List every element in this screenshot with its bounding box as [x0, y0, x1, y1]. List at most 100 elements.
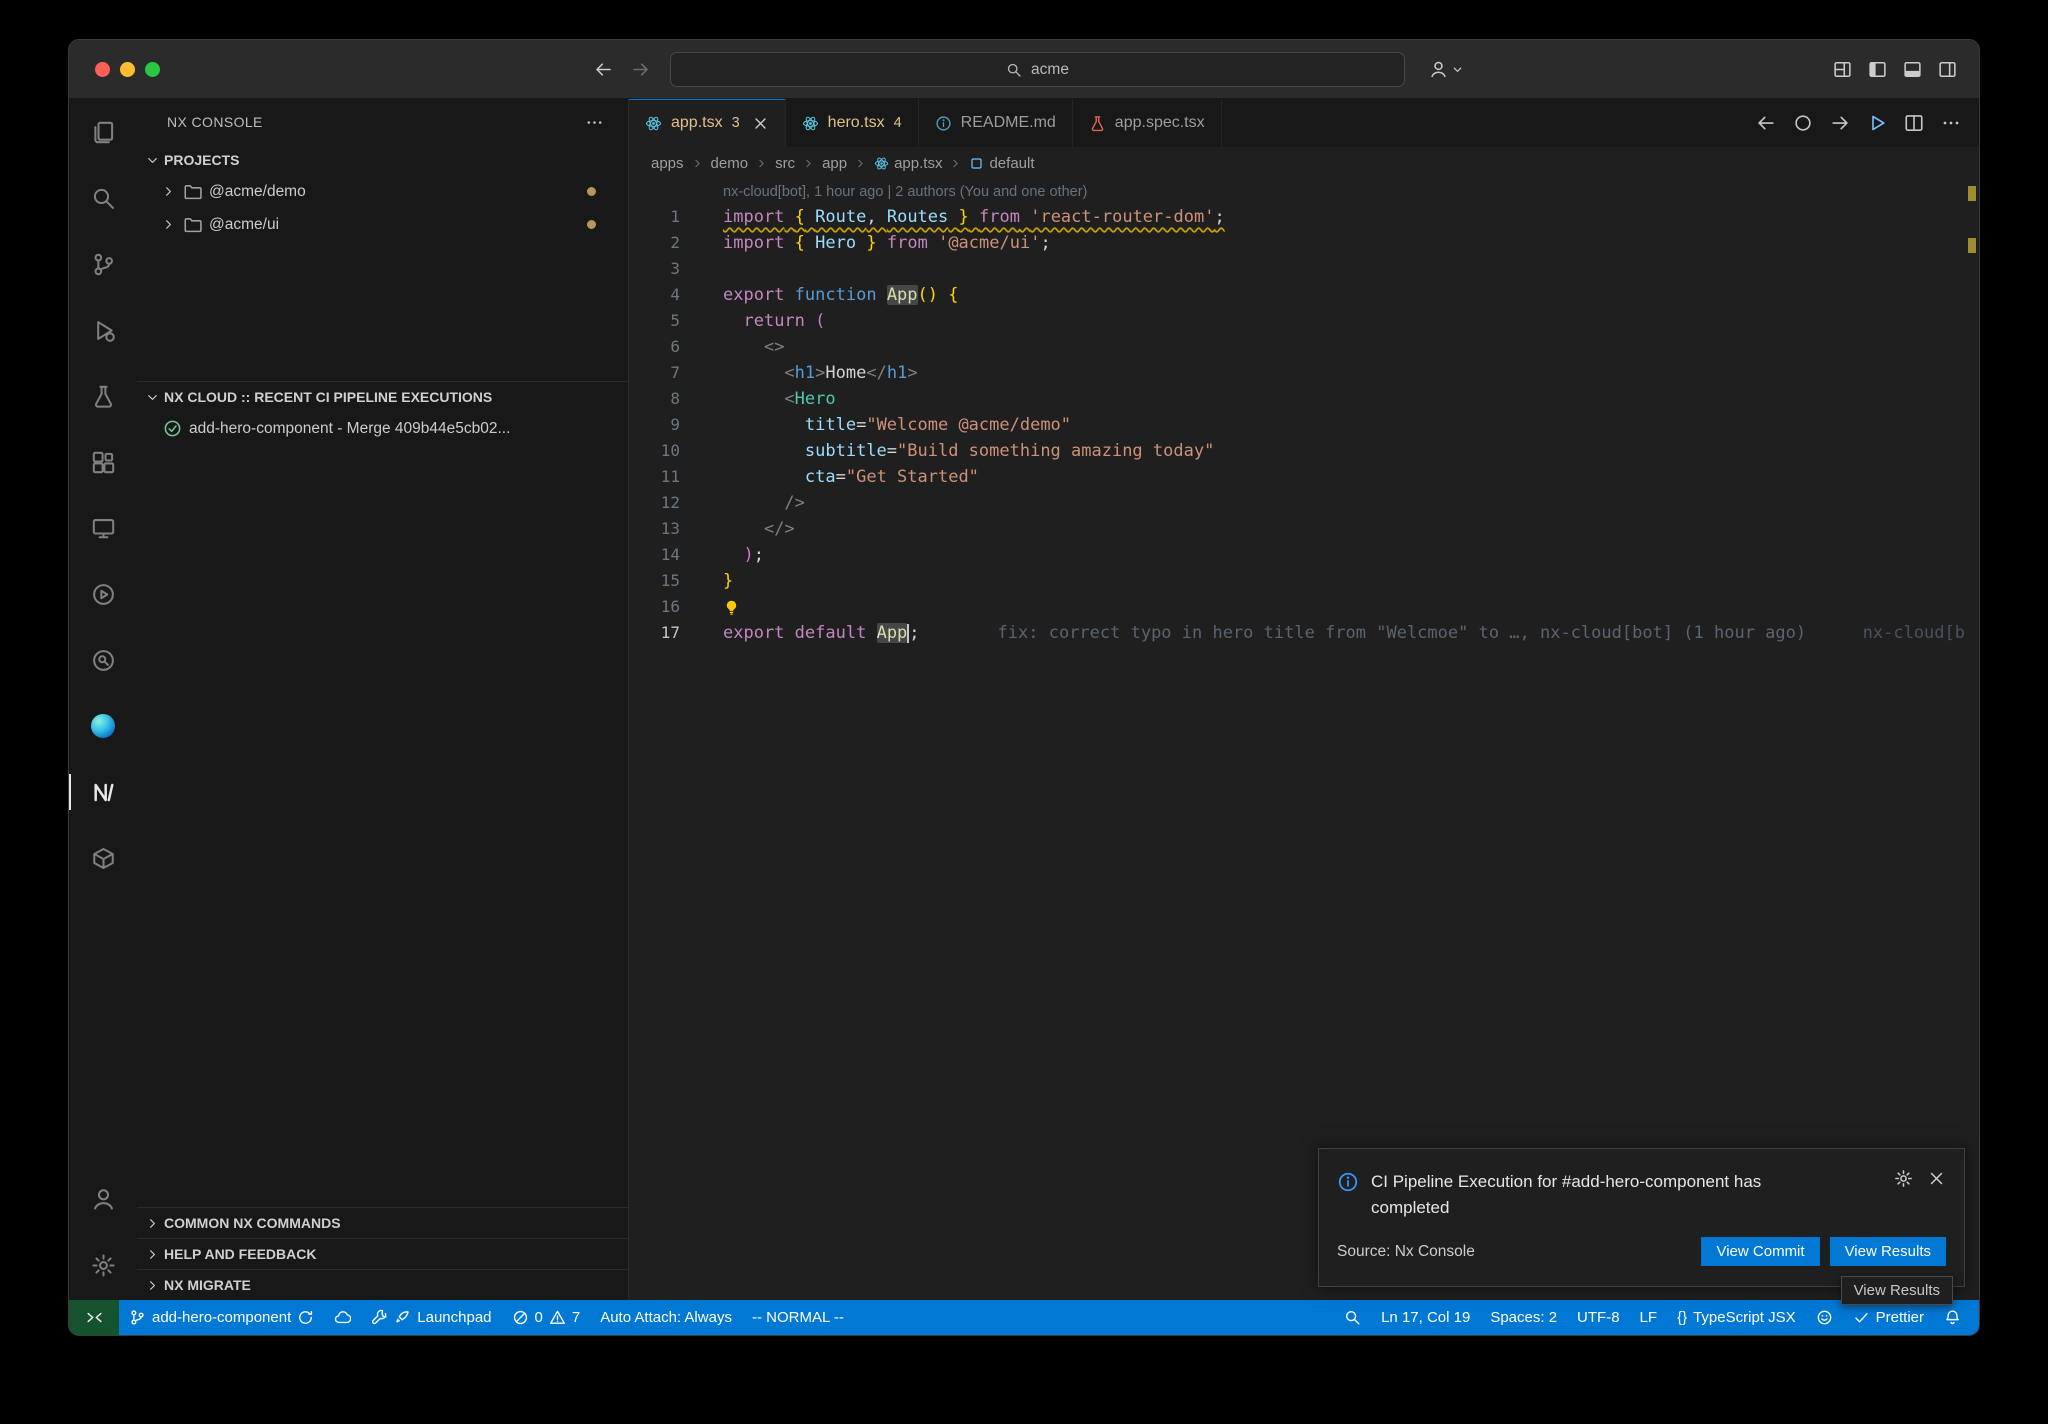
- toggle-secondary-sidebar-button[interactable]: [1938, 60, 1957, 79]
- toggle-panel-button[interactable]: [1903, 60, 1922, 79]
- status-text: TypeScript JSX: [1693, 1309, 1796, 1326]
- status-text: add-hero-component: [152, 1309, 291, 1326]
- code-lines: 1import { Route, Routes } from 'react-ro…: [629, 204, 1979, 646]
- tab-README.md[interactable]: README.md: [919, 99, 1073, 147]
- status-indentation[interactable]: Spaces: 2: [1480, 1300, 1567, 1335]
- view-commit-button[interactable]: View Commit: [1701, 1237, 1819, 1266]
- modified-dot: [587, 220, 596, 229]
- back-button[interactable]: [594, 60, 613, 79]
- tab-app.spec.tsx[interactable]: app.spec.tsx: [1073, 99, 1222, 147]
- chevron-right-icon: [145, 1247, 160, 1262]
- status-launchpad[interactable]: Launchpad: [361, 1300, 501, 1335]
- breadcrumb-apps[interactable]: apps: [651, 155, 684, 172]
- account-menu[interactable]: [1429, 60, 1465, 79]
- status-feedback[interactable]: [1806, 1300, 1843, 1335]
- search-circle-icon: [91, 648, 116, 673]
- line-number: 14: [629, 542, 680, 568]
- breadcrumb-app.tsx[interactable]: app.tsx: [874, 155, 942, 172]
- nav-back-button[interactable]: [1756, 113, 1776, 133]
- command-center-search[interactable]: acme: [670, 52, 1405, 87]
- layout-controls: [1833, 60, 1957, 79]
- activity-item-containers[interactable]: [69, 825, 137, 891]
- projects-section-header[interactable]: PROJECTS: [137, 145, 628, 175]
- status-problems[interactable]: 07: [502, 1300, 591, 1335]
- split-editor-button[interactable]: [1904, 113, 1924, 133]
- tab-problems-badge: 3: [732, 115, 740, 131]
- code-line-13: 13 </>: [629, 516, 1979, 542]
- close-window-button[interactable]: [95, 62, 110, 77]
- activity-item-remote-explorer[interactable]: [69, 495, 137, 561]
- breadcrumb-app[interactable]: app: [822, 155, 847, 172]
- view-results-button[interactable]: View Results: [1830, 1237, 1946, 1266]
- activity-item-search[interactable]: [69, 165, 137, 231]
- section-common-nx-commands[interactable]: COMMON NX COMMANDS: [137, 1207, 628, 1238]
- status-text: UTF-8: [1577, 1309, 1620, 1326]
- tab-hero.tsx[interactable]: hero.tsx4: [786, 99, 919, 147]
- status-formatter[interactable]: Prettier: [1843, 1300, 1934, 1335]
- more-actions-button[interactable]: [1941, 113, 1961, 133]
- status-remote-indicator[interactable]: [69, 1300, 119, 1335]
- status-zoom[interactable]: [1334, 1300, 1371, 1335]
- tab-label: hero.tsx: [828, 114, 885, 132]
- pipeline-execution-item[interactable]: add-hero-component - Merge 409b44e5cb02.…: [137, 412, 628, 445]
- more-actions-icon[interactable]: [585, 113, 604, 132]
- status-auto-attach[interactable]: Auto Attach: Always: [590, 1300, 742, 1335]
- tab-label: README.md: [961, 114, 1056, 132]
- activity-item-edge-tools[interactable]: [69, 693, 137, 759]
- breadcrumb-src[interactable]: src: [775, 155, 795, 172]
- status-nx-cloud-status[interactable]: [324, 1300, 361, 1335]
- status-eol[interactable]: LF: [1630, 1300, 1668, 1335]
- notification-close-icon[interactable]: [1927, 1169, 1946, 1188]
- activity-bar-top: [69, 99, 137, 891]
- notification-header: CI Pipeline Execution for #add-hero-comp…: [1337, 1169, 1946, 1221]
- activity-item-explorer[interactable]: [69, 99, 137, 165]
- nav-forward-button[interactable]: [1830, 113, 1850, 133]
- zoom-window-button[interactable]: [145, 62, 160, 77]
- collapsed-sections: COMMON NX COMMANDSHELP AND FEEDBACKNX MI…: [137, 1207, 628, 1300]
- section-help-and-feedback[interactable]: HELP AND FEEDBACK: [137, 1238, 628, 1269]
- section-nx-migrate[interactable]: NX MIGRATE: [137, 1269, 628, 1300]
- breadcrumb-default[interactable]: default: [969, 155, 1034, 172]
- code-text: import { Route, Routes } from 'react-rou…: [680, 204, 1225, 230]
- code-text: );: [680, 542, 764, 568]
- files-icon: [91, 120, 116, 145]
- tab-app.tsx[interactable]: app.tsx3: [629, 99, 786, 147]
- edge-icon: [91, 714, 115, 738]
- activity-item-settings[interactable]: [69, 1232, 137, 1298]
- minimize-window-button[interactable]: [120, 62, 135, 77]
- breadcrumb-demo[interactable]: demo: [711, 155, 749, 172]
- toggle-primary-sidebar-button[interactable]: [1868, 60, 1887, 79]
- line-number: 16: [629, 594, 680, 620]
- activity-item-testing[interactable]: [69, 363, 137, 429]
- chevron-down-icon: [1450, 62, 1465, 77]
- activity-item-source-control[interactable]: [69, 231, 137, 297]
- activity-item-code-search[interactable]: [69, 627, 137, 693]
- status-cursor-position[interactable]: Ln 17, Col 19: [1371, 1300, 1480, 1335]
- status-vim-mode[interactable]: -- NORMAL --: [742, 1300, 854, 1335]
- activity-item-nx-console[interactable]: [69, 759, 137, 825]
- project-item[interactable]: @acme/ui: [137, 208, 628, 241]
- line-number: 10: [629, 438, 680, 464]
- activity-item-run-debug[interactable]: [69, 297, 137, 363]
- activity-item-extensions[interactable]: [69, 429, 137, 495]
- activity-item-live-share[interactable]: [69, 561, 137, 627]
- customize-layout-button[interactable]: [1833, 60, 1852, 79]
- code-text: />: [680, 490, 805, 516]
- notification-settings-icon[interactable]: [1894, 1169, 1913, 1188]
- folder-icon: [183, 182, 202, 201]
- code-line-9: 9 title="Welcome @acme/demo": [629, 412, 1979, 438]
- gitlens-file-annotation[interactable]: nx-cloud[bot], 1 hour ago | 2 authors (Y…: [629, 180, 1979, 204]
- close-icon[interactable]: [752, 115, 769, 132]
- status-text: 7: [572, 1309, 580, 1326]
- nav-outline-button[interactable]: [1793, 113, 1813, 133]
- status-notifications-bell[interactable]: [1934, 1300, 1971, 1335]
- status-language-mode[interactable]: {}TypeScript JSX: [1667, 1300, 1806, 1335]
- editor-pane[interactable]: nx-cloud[bot], 1 hour ago | 2 authors (Y…: [629, 180, 1979, 1300]
- forward-button[interactable]: [631, 60, 650, 79]
- run-file-button[interactable]: [1867, 113, 1887, 133]
- status-git-branch[interactable]: add-hero-component: [119, 1300, 324, 1335]
- nx-cloud-section-header[interactable]: NX CLOUD :: RECENT CI PIPELINE EXECUTION…: [137, 382, 628, 412]
- project-item[interactable]: @acme/demo: [137, 175, 628, 208]
- status-encoding[interactable]: UTF-8: [1567, 1300, 1630, 1335]
- activity-item-accounts[interactable]: [69, 1166, 137, 1232]
